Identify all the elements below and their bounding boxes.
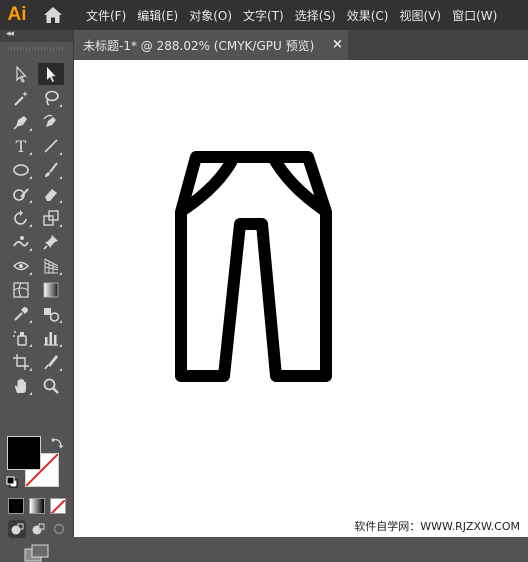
toolbar-grip[interactable] [8,47,64,51]
ellipse-tool[interactable] [8,159,34,181]
home-icon[interactable] [38,0,68,30]
menu-select[interactable]: 选择(S) [295,7,336,24]
perspective-grid-tool[interactable] [38,255,64,277]
curvature-tool[interactable] [38,111,64,133]
direct-selection-tool[interactable] [38,63,64,85]
scale-tool[interactable] [38,207,64,229]
toolbar-collapse-bar[interactable]: ◂◂ [0,29,73,42]
close-icon[interactable]: × [332,37,343,52]
free-transform-tool[interactable] [8,255,34,277]
tools-panel: ◂◂ T [0,29,74,562]
gradient-button[interactable] [29,498,45,514]
column-graph-tool[interactable] [38,327,64,349]
shaper-tool[interactable] [8,183,34,205]
menu-object[interactable]: 对象(O) [189,7,232,24]
rotate-tool[interactable] [8,207,34,229]
menu-bar: Ai 文件(F) 编辑(E) 对象(O) 文字(T) 选择(S) 效果(C) 视… [0,0,528,30]
swap-fill-stroke-icon[interactable] [50,436,64,450]
document-title: 未标题-1* @ 288.02% (CMYK/GPU 预览) [83,38,315,53]
draw-inside-icon[interactable] [50,520,68,538]
type-tool[interactable]: T [8,135,34,157]
mesh-tool[interactable] [8,279,34,301]
type-tool-glyph: T [15,136,27,156]
menu-items: 文件(F) 编辑(E) 对象(O) 文字(T) 选择(S) 效果(C) 视图(V… [86,7,508,24]
none-button[interactable] [50,498,66,514]
selection-tool[interactable] [8,63,34,85]
zoom-tool[interactable] [38,375,64,397]
menu-window[interactable]: 窗口(W) [452,7,497,24]
paintbrush-tool[interactable] [38,159,64,181]
collapse-icon[interactable]: ◂◂ [6,29,14,39]
slice-tool[interactable] [38,351,64,373]
menu-effect[interactable]: 效果(C) [347,7,389,24]
hand-tool[interactable] [8,375,34,397]
watermark-text: 软件自学网：WWW.RJZXW.COM [354,520,520,533]
menu-type[interactable]: 文字(T) [243,7,284,24]
app-logo[interactable]: Ai [2,0,32,30]
document-tab-bar: 未标题-1* @ 288.02% (CMYK/GPU 预览) × [74,30,528,60]
pen-tool[interactable] [8,111,34,133]
eyedropper-tool[interactable] [8,303,34,325]
screen-mode-icon[interactable] [24,544,50,562]
line-segment-tool[interactable] [38,135,64,157]
gradient-tool[interactable] [38,279,64,301]
document-tab[interactable]: 未标题-1* @ 288.02% (CMYK/GPU 预览) × [74,30,348,60]
magic-wand-tool[interactable] [8,87,34,109]
puppet-warp-tool[interactable] [8,231,34,253]
artboard-canvas[interactable]: 软件自学网：WWW.RJZXW.COM [74,60,528,537]
eraser-tool[interactable] [38,183,64,205]
symbol-sprayer-tool[interactable] [8,327,34,349]
draw-behind-icon[interactable] [29,520,47,538]
lasso-tool[interactable] [38,87,64,109]
color-button[interactable] [8,498,24,514]
blend-tool[interactable] [38,303,64,325]
menu-edit[interactable]: 编辑(E) [137,7,178,24]
draw-normal-icon[interactable] [8,520,26,538]
artboard-tool[interactable] [8,351,34,373]
pants-icon[interactable] [74,60,528,537]
fill-swatch[interactable] [7,436,41,470]
menu-view[interactable]: 视图(V) [399,7,441,24]
menu-file[interactable]: 文件(F) [86,7,126,24]
default-colors-icon[interactable] [6,476,18,488]
pin-tool[interactable] [38,231,64,253]
